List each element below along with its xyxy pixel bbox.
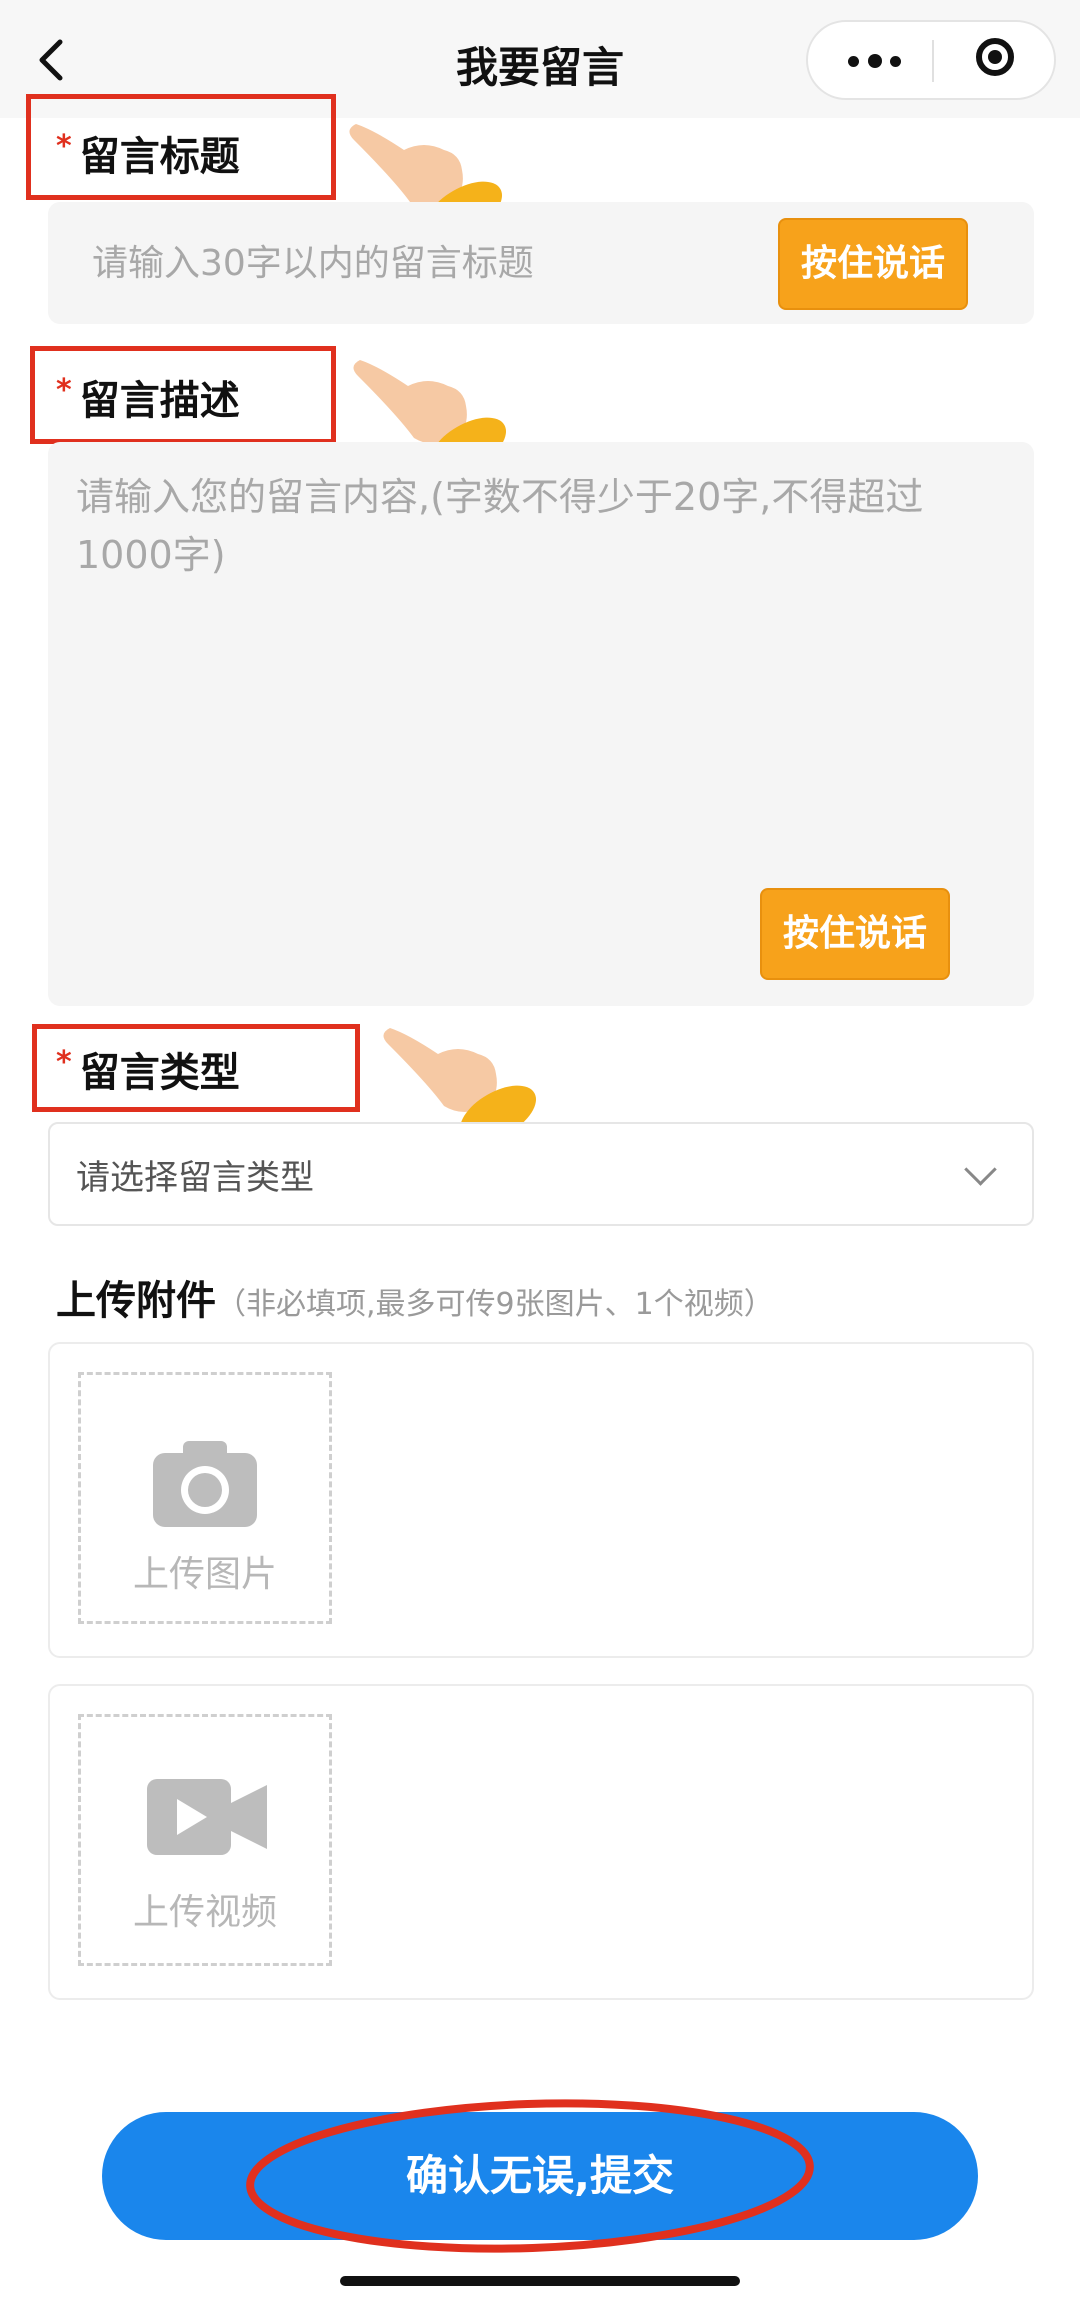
required-mark: * — [56, 1045, 72, 1080]
upload-heading: 上传附件（非必填项,最多可传9张图片、1个视频） — [56, 1278, 774, 1324]
chevron-down-icon — [964, 1153, 997, 1186]
required-mark: * — [56, 373, 72, 408]
description-voice-input-button[interactable]: 按住说话 — [760, 888, 950, 980]
capsule-divider — [932, 40, 934, 82]
more-button[interactable] — [818, 30, 928, 90]
title-voice-input-button[interactable]: 按住说话 — [778, 218, 968, 310]
title-input-field[interactable]: 请输入30字以内的留言标题 按住说话 — [48, 202, 1034, 324]
upload-image-button[interactable]: 上传图片 — [78, 1372, 332, 1624]
upload-note: （非必填项,最多可传9张图片、1个视频） — [216, 1287, 774, 1322]
title-input-placeholder: 请输入30字以内的留言标题 — [92, 243, 534, 284]
message-type-select-placeholder: 请选择留言类型 — [76, 1158, 314, 1198]
description-label: * 留言描述 — [56, 373, 240, 424]
video-camera-icon — [147, 1779, 267, 1855]
description-textarea[interactable]: 请输入您的留言内容,(字数不得少于20字,不得超过1000字) 按住说话 — [48, 442, 1034, 1006]
required-mark: * — [56, 129, 72, 164]
type-label: * 留言类型 — [56, 1045, 240, 1096]
message-type-select[interactable]: 请选择留言类型 — [48, 1122, 1034, 1226]
title-label: * 留言标题 — [56, 129, 240, 180]
mini-program-capsule — [806, 20, 1056, 100]
close-miniprogram-button[interactable] — [948, 32, 1048, 90]
video-upload-card: 上传视频 — [48, 1684, 1034, 2000]
submit-annotation-ellipse — [246, 2099, 814, 2253]
upload-image-label: 上传图片 — [132, 1554, 277, 1595]
upload-video-button[interactable]: 上传视频 — [78, 1714, 332, 1966]
home-indicator — [340, 2276, 740, 2286]
upload-video-label: 上传视频 — [132, 1892, 277, 1933]
image-upload-card: 上传图片 — [48, 1342, 1034, 1658]
description-textarea-placeholder: 请输入您的留言内容,(字数不得少于20字,不得超过1000字) — [76, 475, 924, 577]
more-dots-icon — [848, 56, 859, 67]
camera-icon — [153, 1441, 257, 1527]
